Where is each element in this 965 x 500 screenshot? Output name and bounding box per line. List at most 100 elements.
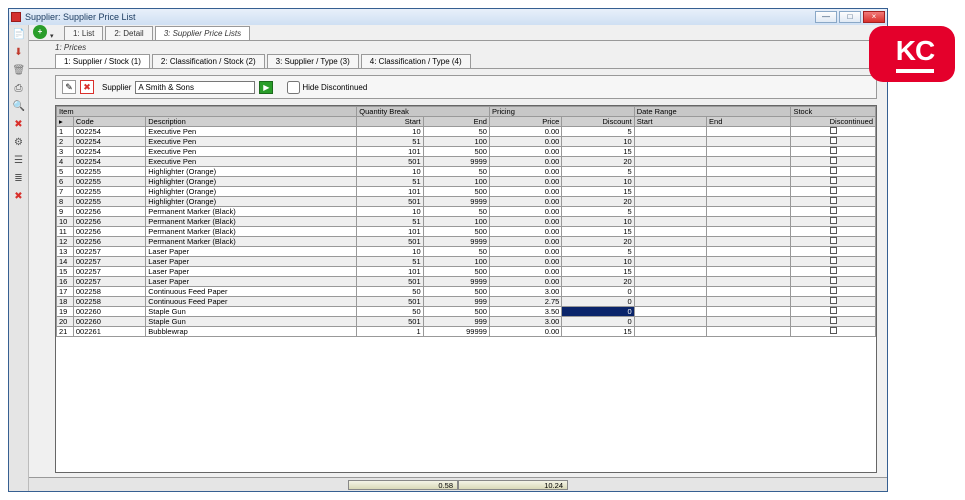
tab-list[interactable]: 1: List	[64, 26, 103, 40]
gear-icon[interactable]: ⚙	[13, 137, 25, 149]
table-row[interactable]: 8002255Highlighter (Orange)50199990.0020	[57, 197, 876, 207]
col-discontinued[interactable]: Discontinued	[791, 117, 876, 127]
cell[interactable]: 0.00	[489, 147, 561, 157]
cell[interactable]: 50	[423, 167, 489, 177]
cell[interactable]: 999	[423, 297, 489, 307]
cell[interactable]: 4	[57, 157, 74, 167]
cell[interactable]: Permanent Marker (Black)	[146, 217, 357, 227]
cell[interactable]: 15	[562, 267, 634, 277]
cell[interactable]: 5	[562, 127, 634, 137]
cell[interactable]: 5	[562, 207, 634, 217]
cell[interactable]: 0	[562, 317, 634, 327]
cell[interactable]: 1	[357, 327, 423, 337]
cell[interactable]	[707, 247, 791, 257]
table-row[interactable]: 10002256Permanent Marker (Black)511000.0…	[57, 217, 876, 227]
cell[interactable]: 002258	[73, 287, 145, 297]
table-row[interactable]: 14002257Laser Paper511000.0010	[57, 257, 876, 267]
tab-detail[interactable]: 2: Detail	[105, 26, 152, 40]
cell[interactable]: 16	[57, 277, 74, 287]
cell[interactable]: 3	[57, 147, 74, 157]
cell[interactable]: 10	[57, 217, 74, 227]
cell[interactable]	[791, 237, 876, 247]
filter-tab-classification-stock[interactable]: 2: Classification / Stock (2)	[152, 54, 265, 68]
cell[interactable]	[791, 287, 876, 297]
col-rownum[interactable]: ▸	[57, 117, 74, 127]
table-row[interactable]: 1002254Executive Pen10500.005	[57, 127, 876, 137]
cell[interactable]	[634, 167, 706, 177]
cell[interactable]	[791, 257, 876, 267]
cell[interactable]	[707, 177, 791, 187]
cell[interactable]: 002255	[73, 187, 145, 197]
cell[interactable]: 1	[57, 127, 74, 137]
cell[interactable]: 0.00	[489, 327, 561, 337]
cell[interactable]	[791, 127, 876, 137]
supplier-go-button[interactable]: ▶	[259, 81, 273, 94]
cell[interactable]: 002256	[73, 237, 145, 247]
cell[interactable]	[707, 137, 791, 147]
cell[interactable]	[791, 227, 876, 237]
cell[interactable]: 002255	[73, 177, 145, 187]
cell[interactable]: 50	[357, 287, 423, 297]
cell[interactable]	[791, 197, 876, 207]
cell[interactable]: Laser Paper	[146, 277, 357, 287]
cell[interactable]: Laser Paper	[146, 247, 357, 257]
cell[interactable]	[791, 217, 876, 227]
col-discount[interactable]: Discount	[562, 117, 634, 127]
cell[interactable]	[707, 307, 791, 317]
cell[interactable]: 0.00	[489, 197, 561, 207]
cell[interactable]	[634, 257, 706, 267]
cell[interactable]: 002261	[73, 327, 145, 337]
cell[interactable]	[707, 237, 791, 247]
cell[interactable]	[707, 317, 791, 327]
cell[interactable]	[707, 197, 791, 207]
cell[interactable]: 13	[57, 247, 74, 257]
add-tab-button[interactable]: +	[33, 25, 47, 39]
delete-icon[interactable]: ✖	[13, 119, 25, 131]
col-group-stock[interactable]: Stock	[791, 107, 876, 117]
cell[interactable]	[634, 267, 706, 277]
cell[interactable]	[634, 127, 706, 137]
cell[interactable]: Permanent Marker (Black)	[146, 237, 357, 247]
cell[interactable]: 3.00	[489, 287, 561, 297]
cell[interactable]	[707, 327, 791, 337]
cell[interactable]: 10	[562, 217, 634, 227]
cell[interactable]: 501	[357, 157, 423, 167]
col-start[interactable]: Start	[357, 117, 423, 127]
cell[interactable]: 101	[357, 187, 423, 197]
cell[interactable]	[707, 207, 791, 217]
cell[interactable]	[707, 167, 791, 177]
cell[interactable]: 50	[423, 207, 489, 217]
cell[interactable]: 002255	[73, 167, 145, 177]
cell[interactable]: 10	[562, 257, 634, 267]
tab-dropdown-icon[interactable]: ▾	[50, 32, 58, 40]
cell[interactable]	[707, 157, 791, 167]
table-row[interactable]: 20002260Staple Gun5019993.000	[57, 317, 876, 327]
cell[interactable]: 10	[357, 127, 423, 137]
cell[interactable]: 500	[423, 187, 489, 197]
cell[interactable]: 002254	[73, 127, 145, 137]
cell[interactable]: 12	[57, 237, 74, 247]
cell[interactable]: 50	[357, 307, 423, 317]
cell[interactable]: 0.00	[489, 177, 561, 187]
cell[interactable]	[707, 277, 791, 287]
cell[interactable]: 14	[57, 257, 74, 267]
cell[interactable]: 0.00	[489, 277, 561, 287]
cell[interactable]: 501	[357, 297, 423, 307]
cell[interactable]	[791, 317, 876, 327]
minimize-button[interactable]: —	[815, 11, 837, 23]
cell[interactable]: Highlighter (Orange)	[146, 167, 357, 177]
table-row[interactable]: 21002261Bubblewrap1999990.0015	[57, 327, 876, 337]
cell[interactable]: 002256	[73, 207, 145, 217]
cell[interactable]: 101	[357, 227, 423, 237]
cell[interactable]: Executive Pen	[146, 157, 357, 167]
col-description[interactable]: Description	[146, 117, 357, 127]
table-row[interactable]: 15002257Laser Paper1015000.0015	[57, 267, 876, 277]
cell[interactable]: 20	[562, 277, 634, 287]
cell[interactable]: 51	[357, 217, 423, 227]
cell[interactable]: 0.00	[489, 157, 561, 167]
trash-icon[interactable]: 🗑	[13, 65, 25, 77]
cell[interactable]: 500	[423, 287, 489, 297]
cell[interactable]: Continuous Feed Paper	[146, 287, 357, 297]
cell[interactable]	[634, 177, 706, 187]
cell[interactable]	[791, 137, 876, 147]
